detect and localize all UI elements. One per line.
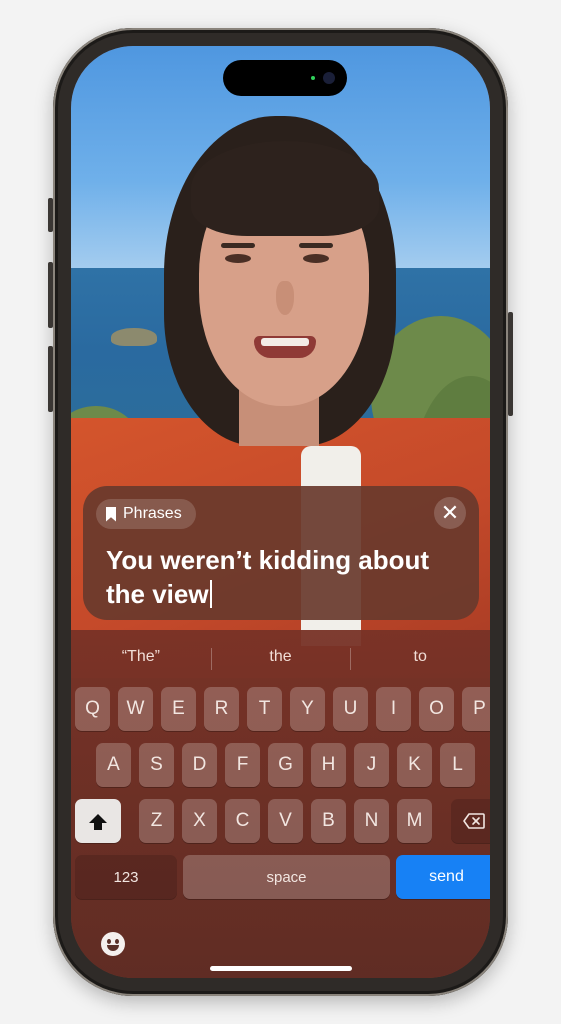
text-cursor	[209, 580, 212, 608]
photo-island	[111, 328, 157, 346]
front-camera	[323, 72, 335, 84]
photo-nose	[276, 281, 294, 315]
key-u[interactable]: U	[333, 687, 368, 731]
photo-bangs	[191, 141, 379, 236]
close-icon: ✕	[440, 500, 460, 525]
photo-teeth	[261, 338, 309, 346]
emoji-smile	[107, 945, 119, 951]
bookmark-icon	[106, 506, 116, 522]
key-x[interactable]: X	[182, 799, 217, 843]
numbers-key[interactable]: 123	[75, 855, 177, 899]
key-m[interactable]: M	[397, 799, 432, 843]
action-button	[48, 198, 53, 232]
phrase-text: You weren’t kidding about the view	[106, 545, 430, 609]
key-g[interactable]: G	[268, 743, 303, 787]
key-i[interactable]: I	[376, 687, 411, 731]
emoji-icon[interactable]	[101, 932, 125, 956]
keyboard: “The” the to Q W E R T Y U I O P A S D F…	[71, 630, 490, 978]
suggestion-2[interactable]: the	[210, 630, 351, 684]
key-d[interactable]: D	[182, 743, 217, 787]
volume-up-button	[48, 262, 53, 328]
dynamic-island	[223, 60, 347, 96]
shift-arrow-icon	[89, 813, 107, 830]
photo-brow	[221, 243, 255, 248]
key-w[interactable]: W	[118, 687, 153, 731]
key-k[interactable]: K	[397, 743, 432, 787]
key-o[interactable]: O	[419, 687, 454, 731]
key-q[interactable]: Q	[75, 687, 110, 731]
key-s[interactable]: S	[139, 743, 174, 787]
phrase-panel: Phrases ✕ You weren’t kidding about the …	[83, 486, 479, 620]
key-h[interactable]: H	[311, 743, 346, 787]
key-j[interactable]: J	[354, 743, 389, 787]
photo-eye	[303, 254, 329, 263]
home-indicator[interactable]	[210, 966, 352, 971]
key-z[interactable]: Z	[139, 799, 174, 843]
key-b[interactable]: B	[311, 799, 346, 843]
photo-brow	[299, 243, 333, 248]
space-key[interactable]: space	[183, 855, 390, 899]
phrases-button[interactable]: Phrases	[96, 499, 196, 529]
key-n[interactable]: N	[354, 799, 389, 843]
delete-key[interactable]	[451, 799, 490, 843]
key-p[interactable]: P	[462, 687, 490, 731]
suggestion-1[interactable]: “The”	[71, 630, 211, 684]
key-r[interactable]: R	[204, 687, 239, 731]
key-l[interactable]: L	[440, 743, 475, 787]
key-y[interactable]: Y	[290, 687, 325, 731]
shift-key[interactable]	[75, 799, 121, 843]
photo-eye	[225, 254, 251, 263]
volume-down-button	[48, 346, 53, 412]
camera-indicator	[311, 76, 315, 80]
key-f[interactable]: F	[225, 743, 260, 787]
suggestion-3[interactable]: to	[350, 630, 490, 684]
key-t[interactable]: T	[247, 687, 282, 731]
phrases-label: Phrases	[123, 505, 182, 522]
send-button[interactable]: send	[396, 855, 490, 899]
power-button	[508, 312, 513, 416]
key-e[interactable]: E	[161, 687, 196, 731]
suggestion-bar: “The” the to	[71, 630, 490, 684]
phrase-text-field[interactable]: You weren’t kidding about the view	[106, 543, 446, 611]
key-c[interactable]: C	[225, 799, 260, 843]
phone-screen: Phrases ✕ You weren’t kidding about the …	[71, 46, 490, 978]
key-v[interactable]: V	[268, 799, 303, 843]
close-button[interactable]: ✕	[434, 497, 466, 529]
backspace-icon	[463, 813, 485, 829]
key-a[interactable]: A	[96, 743, 131, 787]
